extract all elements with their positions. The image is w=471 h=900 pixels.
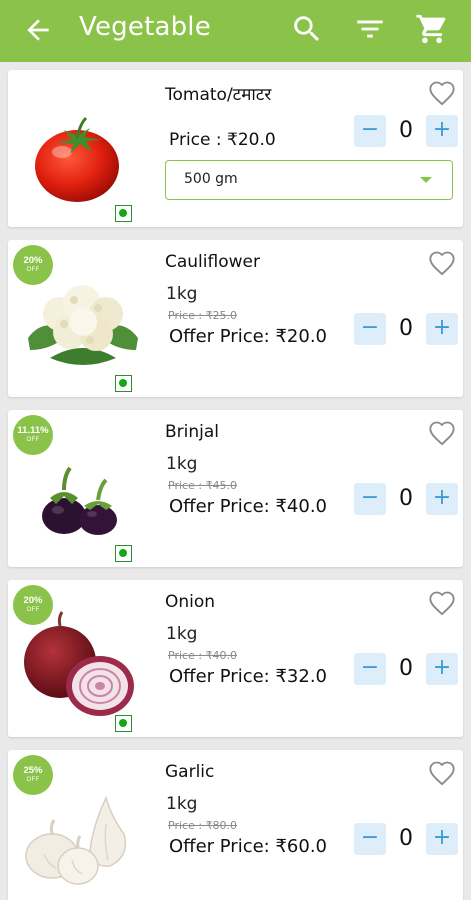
decrease-button[interactable]: − — [354, 115, 386, 147]
original-price: Price : ₹40.0 — [168, 649, 238, 662]
increase-button[interactable]: + — [426, 115, 458, 147]
product-name: Onion — [165, 592, 216, 612]
offer-price: Offer Price: ₹60.0 — [169, 836, 327, 857]
veg-indicator — [115, 715, 132, 732]
increase-button[interactable]: + — [426, 483, 458, 515]
quantity-value: 0 — [399, 118, 413, 143]
discount-badge: 25% OFF — [13, 755, 53, 795]
product-card[interactable]: 11.11% OFF Brinjal 1kg Price : ₹45.0 Off… — [8, 410, 463, 567]
product-name: Brinjal — [165, 422, 220, 442]
quantity-stepper: − 0 + — [354, 653, 458, 685]
tomato-image — [14, 84, 152, 212]
product-unit: 1kg — [166, 794, 198, 814]
heart-icon[interactable] — [428, 590, 456, 616]
product-card[interactable]: Tomato/टमाटर Price : ₹20.0 − 0 + 500 gm — [8, 70, 463, 227]
product-unit: 1kg — [166, 624, 198, 644]
product-price: Price : ₹20.0 — [169, 130, 276, 150]
increase-button[interactable]: + — [426, 823, 458, 855]
quantity-value: 0 — [399, 826, 413, 851]
offer-price: Offer Price: ₹32.0 — [169, 666, 327, 687]
product-name: Tomato/टमाटर — [165, 85, 272, 105]
product-unit: 1kg — [166, 454, 198, 474]
product-name: Garlic — [165, 762, 215, 782]
original-price: Price : ₹25.0 — [168, 309, 238, 322]
app-bar: Vegetable — [0, 0, 471, 62]
quantity-stepper: − 0 + — [354, 483, 458, 515]
decrease-button[interactable]: − — [354, 483, 386, 515]
quantity-value: 0 — [399, 316, 413, 341]
decrease-button[interactable]: − — [354, 313, 386, 345]
arrow-back-icon[interactable] — [22, 14, 54, 46]
discount-badge: 11.11% OFF — [13, 415, 53, 455]
filter-icon[interactable] — [353, 12, 387, 46]
cart-icon[interactable] — [415, 12, 449, 46]
offer-price: Offer Price: ₹40.0 — [169, 496, 327, 517]
product-list: Tomato/टमाटर Price : ₹20.0 − 0 + 500 gm — [0, 62, 471, 900]
increase-button[interactable]: + — [426, 653, 458, 685]
heart-icon[interactable] — [428, 80, 456, 106]
discount-badge: 20% OFF — [13, 245, 53, 285]
product-card[interactable]: 20% OFF Cauliflower 1kg Price : ₹25.0 Of… — [8, 240, 463, 397]
heart-icon[interactable] — [428, 760, 456, 786]
variant-value: 500 gm — [184, 171, 238, 187]
variant-dropdown[interactable]: 500 gm — [165, 160, 453, 200]
increase-button[interactable]: + — [426, 313, 458, 345]
veg-indicator — [115, 545, 132, 562]
page-title: Vegetable — [79, 12, 211, 42]
quantity-stepper: − 0 + — [354, 115, 458, 147]
quantity-stepper: − 0 + — [354, 823, 458, 855]
product-name: Cauliflower — [165, 252, 260, 272]
product-card[interactable]: 25% OFF Garlic 1kg Price : ₹80.0 Offer P… — [8, 750, 463, 900]
discount-badge: 20% OFF — [13, 585, 53, 625]
heart-icon[interactable] — [428, 420, 456, 446]
original-price: Price : ₹80.0 — [168, 819, 238, 832]
original-price: Price : ₹45.0 — [168, 479, 238, 492]
product-unit: 1kg — [166, 284, 198, 304]
dropdown-arrow-icon — [420, 177, 432, 183]
heart-icon[interactable] — [428, 250, 456, 276]
quantity-stepper: − 0 + — [354, 313, 458, 345]
quantity-value: 0 — [399, 656, 413, 681]
offer-price: Offer Price: ₹20.0 — [169, 326, 327, 347]
veg-indicator — [115, 375, 132, 392]
decrease-button[interactable]: − — [354, 823, 386, 855]
decrease-button[interactable]: − — [354, 653, 386, 685]
veg-indicator — [115, 205, 132, 222]
quantity-value: 0 — [399, 486, 413, 511]
search-icon[interactable] — [290, 12, 324, 46]
product-card[interactable]: 20% OFF Onion 1kg Price : ₹40.0 Offer Pr… — [8, 580, 463, 737]
